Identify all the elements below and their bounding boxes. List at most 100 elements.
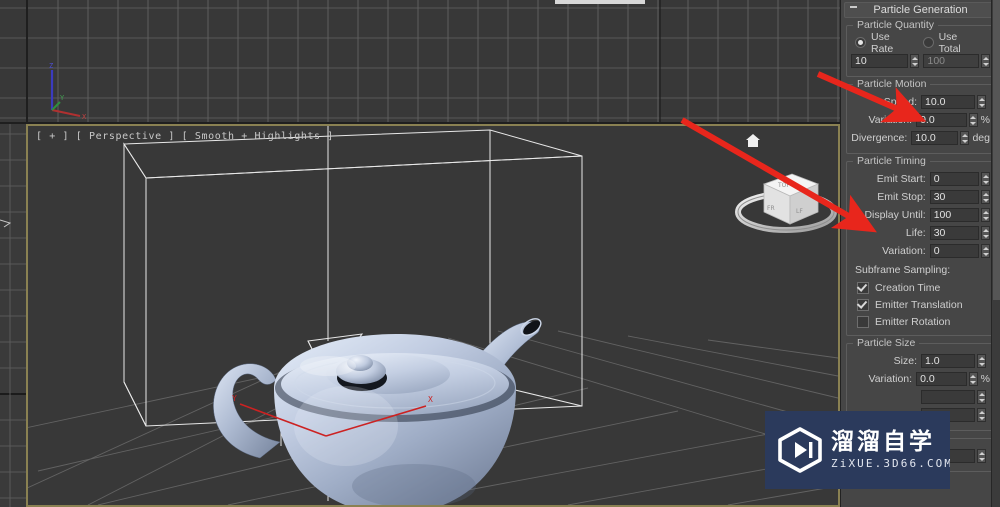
row-size-obscured-1: [851, 389, 990, 405]
size-obscured-spinner-1[interactable]: [977, 390, 986, 404]
divergence-spinner[interactable]: [960, 131, 970, 145]
label-emitter-translation: Emitter Translation: [875, 298, 963, 311]
emit-start-spinner[interactable]: [981, 172, 990, 186]
panel-scrollbar-thumb[interactable]: [993, 0, 1000, 300]
divergence-input[interactable]: 10.0: [911, 131, 959, 145]
svg-text:X: X: [82, 113, 87, 121]
group-particle-quantity: Particle Quantity Use Rate Use Total 10 …: [846, 19, 995, 77]
watermark: 溜溜自学 ZiXUE.3D66.COM: [765, 411, 950, 489]
rollout-header-particle-generation[interactable]: Particle Generation: [844, 2, 997, 18]
emit-stop-spinner[interactable]: [981, 190, 990, 204]
use-rate-spinner[interactable]: [910, 54, 920, 68]
size-input[interactable]: 1.0: [921, 354, 975, 368]
label-size-variation: Variation:: [868, 373, 913, 385]
use-rate-input[interactable]: 10: [851, 54, 909, 68]
display-until-input[interactable]: 100: [929, 208, 979, 222]
label-speed: Speed:: [883, 96, 917, 108]
label-display-until: Display Until:: [864, 209, 926, 221]
rollout-title: Particle Generation: [873, 4, 968, 16]
watermark-cn: 溜溜自学: [831, 429, 935, 455]
group-particle-motion: Particle Motion Speed: 10.0 Variation: 0…: [846, 78, 995, 154]
radio-use-rate[interactable]: [855, 37, 866, 48]
row-divergence: Divergence: 10.0 deg: [851, 130, 990, 146]
row-emit-start: Emit Start: 0: [851, 171, 990, 187]
size-obscured-input-1[interactable]: [921, 390, 975, 404]
label-timing-variation: Variation:: [882, 245, 926, 257]
label-emit-start: Emit Start:: [876, 173, 926, 185]
checkbox-creation-time[interactable]: [857, 281, 869, 294]
group-label-particle-timing: Particle Timing: [853, 155, 930, 167]
label-emit-stop: Emit Stop:: [877, 191, 926, 203]
use-total-spinner[interactable]: [981, 54, 990, 68]
label-life: Life:: [905, 227, 926, 239]
size-variation-spinner[interactable]: [968, 372, 978, 386]
speed-input[interactable]: 10.0: [921, 95, 975, 109]
top-viewport-grid: Z X Y: [0, 0, 840, 122]
group-particle-timing: Particle Timing Emit Start: 0 Emit Stop:…: [846, 155, 995, 336]
checkbox-emitter-translation[interactable]: [857, 298, 869, 311]
group-label-particle-quantity: Particle Quantity: [853, 19, 939, 31]
radio-use-total[interactable]: [922, 37, 934, 48]
label-use-rate: Use Rate: [871, 30, 894, 55]
particle-quantity-options: Use Rate Use Total: [851, 31, 990, 55]
watermark-en: ZiXUE.3D66.COM: [831, 457, 950, 470]
size-spinner[interactable]: [977, 354, 986, 368]
life-spinner[interactable]: [981, 226, 990, 240]
viewcube: TOP FR LF: [735, 173, 837, 233]
label-motion-variation: Variation:: [868, 114, 913, 126]
app-window: Z X Y Y X TOP FR LF [+] [Perspective …: [0, 0, 1000, 507]
perspective-viewport[interactable]: Y X TOP FR LF [ + ] [ Perspective] [Sm…: [26, 124, 840, 507]
emit-start-input[interactable]: 0: [929, 172, 979, 186]
motion-variation-spinner[interactable]: [968, 113, 978, 127]
viewport-divider-vertical[interactable]: [26, 0, 28, 122]
panel-scrollbar[interactable]: [991, 0, 1000, 507]
row-timing-variation: Variation: 0: [851, 243, 990, 259]
gizmo-axis-y-label: Y: [232, 394, 237, 403]
gizmo-axis-x-label: X: [428, 395, 433, 404]
life-input[interactable]: 30: [929, 226, 979, 240]
motion-variation-input[interactable]: 0.0: [916, 113, 967, 127]
row-motion-variation: Variation: 0.0 %: [851, 112, 990, 128]
unit-percent-motion-variation: %: [980, 114, 990, 126]
quantity-fields-row: 10 100: [851, 53, 990, 69]
size-variation-input[interactable]: 0.0: [916, 372, 967, 386]
row-size: Size: 1.0: [851, 353, 990, 369]
emit-stop-input[interactable]: 30: [929, 190, 979, 204]
svg-text:TOP: TOP: [777, 182, 790, 189]
home-icon: [746, 134, 760, 147]
label-size: Size:: [893, 355, 917, 367]
row-size-variation: Variation: 0.0 %: [851, 371, 990, 387]
unit-percent-size-variation: %: [980, 373, 990, 385]
label-creation-time: Creation Time: [875, 281, 941, 294]
size-obscured-spinner-2[interactable]: [977, 408, 986, 422]
checkbox-row-emitter-rotation[interactable]: Emitter Rotation: [851, 313, 990, 330]
label-emitter-rotation: Emitter Rotation: [875, 315, 951, 328]
group-label-particle-motion: Particle Motion: [853, 78, 931, 90]
timing-variation-input[interactable]: 0: [929, 244, 979, 258]
watermark-text: 溜溜自学 ZiXUE.3D66.COM: [831, 429, 950, 471]
teapot-object[interactable]: [213, 315, 543, 505]
obscured-bottom-spinner[interactable]: [977, 449, 986, 463]
checkbox-emitter-rotation[interactable]: [857, 315, 869, 328]
axis-tripod: Z X Y: [49, 62, 87, 121]
checkbox-row-emitter-translation[interactable]: Emitter Translation: [851, 296, 990, 313]
checkbox-row-creation-time[interactable]: Creation Time: [851, 279, 990, 296]
display-until-spinner[interactable]: [981, 208, 990, 222]
row-life: Life: 30: [851, 225, 990, 241]
row-emit-stop: Emit Stop: 30: [851, 189, 990, 205]
speed-spinner[interactable]: [977, 95, 986, 109]
left-viewport-strip[interactable]: [0, 124, 26, 507]
left-viewport-grid: [0, 124, 26, 507]
svg-text:LF: LF: [796, 208, 803, 215]
top-viewport[interactable]: Z X Y: [0, 0, 840, 122]
play-logo-icon: [778, 427, 822, 473]
row-speed: Speed: 10.0: [851, 94, 990, 110]
svg-text:FR: FR: [767, 205, 775, 212]
svg-text:Z: Z: [49, 62, 53, 70]
group-label-particle-size: Particle Size: [853, 337, 920, 349]
use-total-input[interactable]: 100: [923, 54, 979, 68]
subframe-sampling-title: Subframe Sampling:: [855, 264, 951, 276]
timing-variation-spinner[interactable]: [981, 244, 990, 258]
viewport-zone: Z X Y Y X TOP FR LF [+] [Perspective …: [0, 0, 840, 507]
label-use-total: Use Total: [938, 30, 961, 55]
